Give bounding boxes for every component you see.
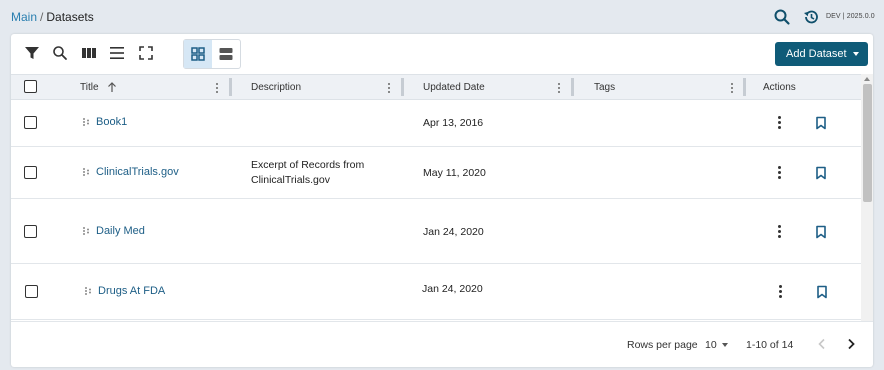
rows-per-page-select[interactable]: 10	[705, 339, 717, 351]
column-header-tags[interactable]: Tags	[594, 82, 615, 93]
previous-page-icon[interactable]	[815, 337, 829, 351]
chevron-down-icon[interactable]	[722, 343, 728, 347]
description-line: Excerpt of Records from	[251, 159, 365, 171]
description-column-menu-icon[interactable]	[388, 83, 391, 94]
datasets-card: Add Dataset Title Description Updated Da…	[11, 34, 873, 367]
grid-view-icon	[191, 47, 205, 61]
pagination-range: 1-10 of 14	[746, 339, 794, 351]
search-icon[interactable]	[51, 44, 69, 62]
bookmark-icon[interactable]	[816, 285, 828, 299]
bookmark-icon[interactable]	[815, 116, 827, 130]
updated-date: May 11, 2020	[423, 167, 486, 179]
breadcrumb-current: Datasets	[46, 10, 94, 24]
column-header-description[interactable]: Description	[251, 82, 301, 93]
breadcrumb-main-link[interactable]: Main	[11, 10, 37, 24]
breadcrumb-separator: /	[40, 10, 44, 24]
density-icon[interactable]	[108, 44, 126, 62]
table-scrollbar-thumb[interactable]	[863, 84, 872, 202]
dataset-title-link[interactable]: Book1	[96, 116, 127, 128]
row-select-checkbox[interactable]	[24, 166, 37, 179]
breadcrumb: Main / Datasets	[11, 10, 94, 24]
next-page-icon[interactable]	[844, 337, 858, 351]
drag-handle-icon[interactable]	[82, 167, 91, 177]
column-header-title[interactable]: Title	[80, 82, 99, 93]
row-select-checkbox[interactable]	[24, 116, 37, 129]
table-header: Title Description Updated Date Tags Acti…	[11, 74, 861, 100]
table-row: Drugs At FDA Jan 24, 2020	[11, 264, 861, 320]
history-icon[interactable]	[802, 8, 820, 26]
dataset-title-link[interactable]: Drugs At FDA	[98, 285, 165, 297]
drag-handle-icon[interactable]	[82, 226, 91, 236]
drag-handle-icon[interactable]	[82, 117, 91, 127]
column-header-updated-date[interactable]: Updated Date	[423, 82, 485, 93]
table-toolbar: Add Dataset	[11, 34, 873, 74]
dataset-title-link[interactable]: Daily Med	[96, 225, 145, 237]
grid-view-button[interactable]	[184, 40, 212, 68]
rows-per-page-label: Rows per page	[627, 339, 698, 351]
dataset-description: Excerpt of Records from ClinicalTrials.g…	[251, 158, 364, 188]
table-row: Book1 Apr 13, 2016	[11, 100, 861, 147]
more-actions-icon[interactable]	[778, 225, 782, 239]
dataset-title-link[interactable]: ClinicalTrials.gov	[96, 166, 179, 178]
search-icon[interactable]	[773, 8, 791, 26]
bookmark-icon[interactable]	[815, 225, 827, 239]
list-view-icon	[219, 48, 233, 60]
bookmark-icon[interactable]	[815, 166, 827, 180]
list-view-button[interactable]	[212, 40, 240, 68]
column-resize-handle[interactable]	[401, 78, 404, 96]
more-actions-icon[interactable]	[778, 166, 782, 180]
add-dataset-label: Add Dataset	[786, 48, 847, 60]
sort-ascending-icon[interactable]	[107, 81, 117, 93]
top-bar: Main / Datasets DEV | 2025.0.0	[0, 0, 884, 34]
filter-icon[interactable]	[23, 44, 41, 62]
column-header-actions: Actions	[763, 82, 796, 93]
drag-handle-icon[interactable]	[84, 286, 93, 296]
view-mode-toggle	[183, 39, 241, 69]
tags-column-menu-icon[interactable]	[731, 83, 734, 94]
updated-date-column-menu-icon[interactable]	[558, 83, 561, 94]
column-resize-handle[interactable]	[229, 78, 232, 96]
title-column-menu-icon[interactable]	[216, 83, 219, 94]
updated-date: Jan 24, 2020	[423, 226, 484, 238]
column-resize-handle[interactable]	[571, 78, 574, 96]
updated-date: Jan 24, 2020	[422, 283, 483, 295]
pagination-bar: Rows per page 10 1-10 of 14	[11, 321, 873, 367]
description-line: ClinicalTrials.gov	[251, 174, 330, 186]
row-select-checkbox[interactable]	[24, 225, 37, 238]
chevron-down-icon	[853, 52, 859, 56]
add-dataset-button[interactable]: Add Dataset	[775, 42, 868, 66]
table-row: ClinicalTrials.gov Excerpt of Records fr…	[11, 147, 861, 199]
scroll-up-arrow-icon[interactable]	[864, 77, 870, 81]
columns-icon[interactable]	[80, 44, 98, 62]
updated-date: Apr 13, 2016	[423, 117, 484, 129]
fullscreen-icon[interactable]	[137, 44, 155, 62]
row-select-checkbox[interactable]	[25, 285, 38, 298]
more-actions-icon[interactable]	[779, 285, 783, 299]
table-row: Daily Med Jan 24, 2020	[11, 199, 861, 264]
more-actions-icon[interactable]	[778, 116, 782, 130]
column-resize-handle[interactable]	[743, 78, 746, 96]
select-all-checkbox[interactable]	[24, 80, 37, 93]
environment-version-label: DEV | 2025.0.0	[826, 13, 875, 20]
